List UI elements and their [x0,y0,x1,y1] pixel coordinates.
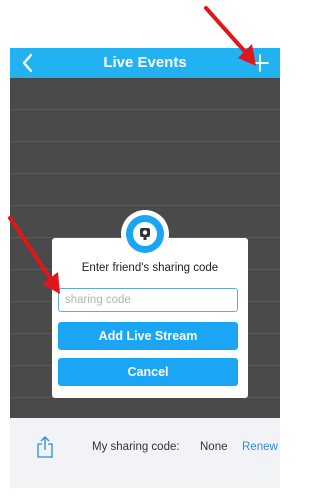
camera-icon [140,228,150,240]
list-divider [10,141,280,142]
cancel-button[interactable]: Cancel [58,358,238,386]
arrow-to-add-icon [204,6,256,66]
bottom-bar: My sharing code: None Renew [10,418,280,488]
list-divider [10,173,280,174]
renew-link[interactable]: Renew [242,441,278,453]
list-divider [10,109,280,110]
share-icon[interactable] [36,436,54,458]
sharing-code-input[interactable] [58,288,238,312]
my-sharing-code-label: My sharing code: [92,441,180,453]
add-live-stream-button[interactable]: Add Live Stream [58,322,238,350]
my-sharing-code-value: None [200,441,228,453]
dialog-title: Enter friend's sharing code [81,262,219,274]
arrow-to-code-input [8,216,60,294]
